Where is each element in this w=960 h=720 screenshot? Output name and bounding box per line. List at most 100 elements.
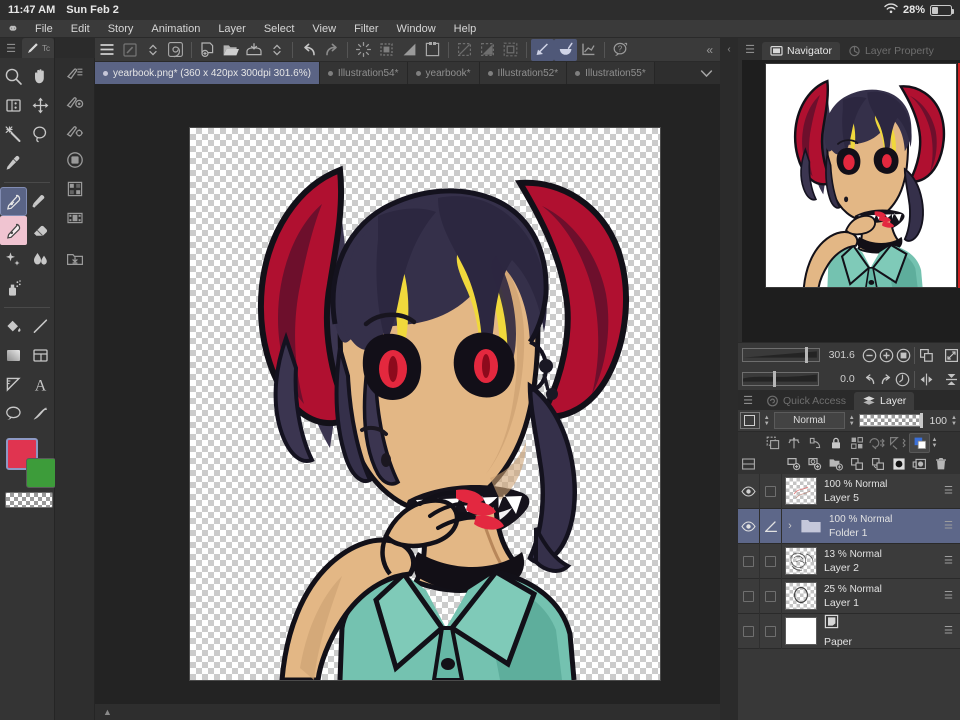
redo-button[interactable] (320, 39, 343, 61)
fit-to-screen-button[interactable] (895, 345, 912, 365)
airbrush-tool[interactable] (0, 274, 27, 303)
menu-file[interactable]: File (26, 20, 62, 38)
layer-row-menu-icon[interactable]: ☰ (944, 486, 953, 497)
clear-button[interactable] (352, 39, 375, 61)
menu-story[interactable]: Story (99, 20, 143, 38)
menu-view[interactable]: View (303, 20, 345, 38)
brush-size-stepper[interactable] (141, 39, 164, 61)
new-brush-button[interactable] (118, 39, 141, 61)
zoom-slider[interactable] (742, 348, 820, 362)
rotation-slider-handle[interactable] (773, 371, 776, 387)
tab-quick-access[interactable]: Quick Access (758, 392, 854, 410)
layer-color-stepper[interactable]: ▲▼ (930, 437, 939, 449)
delete-layer-button[interactable] (930, 454, 951, 474)
eyedropper-tool[interactable] (0, 149, 27, 178)
text-tool-tab-label[interactable]: Tc (42, 44, 50, 53)
set-reference-layer-button[interactable] (804, 433, 825, 453)
rotate-right-button[interactable] (878, 369, 895, 389)
navigator-thumbnail-image[interactable] (765, 63, 957, 288)
hamburger-icon[interactable]: ☰ (0, 42, 22, 55)
open-file-button[interactable] (219, 39, 242, 61)
layer-list[interactable]: 100 % Normal Layer 5 ☰ › 100 % Normal (738, 474, 960, 720)
layer-row-menu-icon[interactable]: ☰ (944, 556, 953, 567)
layer-row-menu-icon[interactable]: ☰ (944, 521, 953, 532)
document-tab-yearbook-png[interactable]: yearbook.png* (360 x 420px 300dpi 301.6%… (95, 62, 320, 84)
enable-mask-button[interactable] (867, 433, 888, 453)
command-menu-button[interactable] (95, 39, 118, 61)
duplicate-view-button[interactable] (918, 345, 935, 365)
gradient-tool[interactable] (0, 341, 27, 370)
panel-collapse-strip[interactable]: ‹ (720, 38, 738, 720)
scale-rotate-button[interactable] (421, 39, 444, 61)
select-all-button[interactable] (453, 39, 476, 61)
layer-row-layer-2[interactable]: 13 % Normal Layer 2 ☰ (738, 544, 960, 579)
layer-row-menu-icon[interactable]: ☰ (944, 626, 953, 637)
layer-panel-hamburger-icon[interactable]: ☰ (738, 390, 758, 410)
move-canvas-tool[interactable] (27, 62, 54, 91)
command-bar-collapse-button[interactable]: « (706, 43, 720, 57)
curve-fill-button[interactable] (554, 39, 577, 61)
layer-visibility-toggle[interactable] (738, 509, 760, 544)
tab-layer[interactable]: Layer (854, 392, 914, 410)
layer-visibility-toggle[interactable] (738, 474, 760, 509)
pen-tool-tab[interactable]: Tc (22, 38, 54, 58)
frame-border-tool[interactable] (27, 341, 54, 370)
artwork-canvas[interactable] (190, 128, 660, 680)
rotate-tool[interactable] (0, 91, 27, 120)
tab-navigator[interactable]: Navigator (762, 42, 840, 60)
lasso-select-tool[interactable] (27, 120, 54, 149)
text-tool[interactable]: A (27, 370, 54, 399)
pen-tool[interactable] (0, 187, 27, 216)
graph-button[interactable] (577, 39, 600, 61)
fill-selection-button[interactable] (375, 39, 398, 61)
layer-color-button[interactable] (909, 433, 930, 453)
document-tab-illustration52[interactable]: Illustration52* (480, 62, 568, 84)
new-vector-layer-button[interactable] (804, 454, 825, 474)
decoration-tool[interactable] (27, 399, 54, 428)
navigator-preview[interactable] (742, 60, 960, 342)
rotation-slider[interactable] (742, 372, 819, 386)
save-button[interactable] (242, 39, 265, 61)
layer-edit-indicator[interactable] (760, 509, 782, 544)
blend-tool[interactable] (0, 245, 27, 274)
document-tab-illustration55[interactable]: Illustration55* (567, 62, 655, 84)
create-mask-button[interactable] (888, 454, 909, 474)
menu-help[interactable]: Help (445, 20, 486, 38)
zoom-slider-handle[interactable] (805, 347, 808, 363)
reset-rotation-button[interactable] (894, 369, 911, 389)
chevron-down-icon[interactable] (692, 62, 720, 84)
background-color-swatch[interactable] (26, 458, 56, 488)
menu-select[interactable]: Select (255, 20, 304, 38)
zoom-out-button[interactable] (861, 345, 878, 365)
zoom-tool[interactable] (0, 62, 27, 91)
fill-shape-button[interactable] (398, 39, 421, 61)
menu-layer[interactable]: Layer (209, 20, 255, 38)
clip-to-layer-below-button[interactable] (762, 433, 783, 453)
blur-tool[interactable] (27, 245, 54, 274)
pencil-tool[interactable] (27, 187, 54, 216)
move-tool[interactable] (27, 91, 54, 120)
spiral-button[interactable] (164, 39, 187, 61)
layer-row-folder-1[interactable]: › 100 % Normal Folder 1 ☰ (738, 509, 960, 544)
subtool-download[interactable] (55, 244, 95, 273)
brush-tool[interactable] (0, 216, 27, 245)
fullscreen-button[interactable] (943, 345, 960, 365)
eraser-tool[interactable] (27, 216, 54, 245)
rotate-left-button[interactable] (861, 369, 878, 389)
duplicate-layer-button[interactable] (909, 454, 930, 474)
layer-list-view-button[interactable] (738, 454, 759, 474)
layer-lock-toggle[interactable] (760, 614, 782, 649)
thumbnail-size-stepper[interactable]: ▲▼ (763, 415, 771, 427)
folder-expand-chevron-icon[interactable]: › (782, 520, 798, 532)
new-canvas-button[interactable] (196, 39, 219, 61)
enable-ruler-button[interactable] (888, 433, 909, 453)
transfer-down-button[interactable] (846, 454, 867, 474)
new-folder-button[interactable] (825, 454, 846, 474)
undo-button[interactable] (297, 39, 320, 61)
subtool-detail-circle[interactable] (55, 87, 95, 116)
layer-row-paper[interactable]: Paper ☰ (738, 614, 960, 649)
layer-mask-button[interactable] (783, 433, 804, 453)
invert-selection-button[interactable] (499, 39, 522, 61)
tab-layer-property[interactable]: Layer Property (840, 42, 942, 60)
subtool-animation[interactable] (55, 203, 95, 232)
